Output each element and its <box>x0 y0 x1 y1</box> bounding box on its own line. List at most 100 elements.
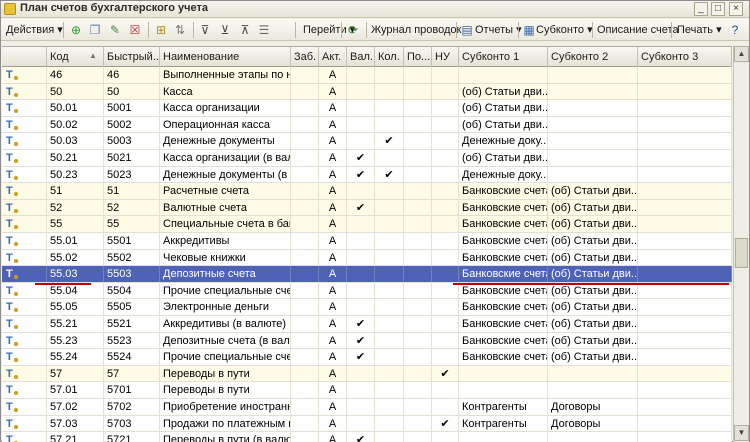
table-row[interactable]: T 46 46 Выполненные этапы по н... А <box>2 67 732 84</box>
cell-name: Электронные деньги <box>160 299 291 316</box>
column-header-s2[interactable]: Субконто 2 <box>548 47 638 67</box>
edit-icon[interactable]: ✎ <box>107 22 123 38</box>
help-icon[interactable]: ? <box>727 22 743 38</box>
column-header-name[interactable]: Наименование <box>160 47 291 67</box>
cell-s2: (об) Статьи дви... <box>548 233 638 249</box>
actions-menu[interactable]: Действия ▾ <box>6 21 63 39</box>
cell-val <box>347 116 375 133</box>
filter-list-icon[interactable]: ⊻ <box>217 22 233 38</box>
subconto-icon: ▦ <box>523 23 535 37</box>
account-icon: T <box>6 68 20 82</box>
cell-kol <box>375 382 404 399</box>
table-row[interactable]: T 51 51 Расчетные счета А Банковские счета (об… <box>2 183 732 200</box>
scroll-thumb[interactable] <box>735 238 748 268</box>
cell-quick: 5521 <box>104 316 160 332</box>
add-icon[interactable]: ⊕ <box>68 22 84 38</box>
column-header-zab[interactable]: Заб. <box>291 47 319 67</box>
table-row[interactable]: T 50.02 5002 Операционная касса А (об) Статьи… <box>2 116 732 134</box>
cell-quick: 5701 <box>104 382 160 399</box>
reports-menu[interactable]: Отчеты ▾ <box>475 21 522 39</box>
table-row[interactable]: T 55.235523Депозитные счета (в валю... А✔ Б… <box>2 332 732 350</box>
table-row[interactable]: T 50.03 5003 Денежные документы А ✔ Денежные д… <box>2 133 732 150</box>
cell-po <box>404 432 432 442</box>
cell-name: Выполненные этапы по н... <box>160 67 291 83</box>
row-icon-cell: T <box>2 133 47 150</box>
copy-icon[interactable]: ❐ <box>87 22 103 38</box>
cell-zab <box>291 282 319 299</box>
table-row[interactable]: T 55.05 5505 Электронные деньги А Банковские … <box>2 299 732 316</box>
table-row[interactable]: T 57.01 5701 Переводы в пути А <box>2 382 732 399</box>
table-row[interactable]: T 55.04 5504 Прочие специальные счета А Банко… <box>2 282 732 300</box>
cell-nu <box>432 150 459 166</box>
cell-name: Денежные документы (в ... <box>160 166 291 183</box>
filter-off-icon[interactable]: ⊼ <box>237 22 253 38</box>
cell-po <box>404 216 432 233</box>
cell-s2: Договоры <box>548 399 638 415</box>
table-row[interactable]: T 57.03 5703 Продажи по платежным к... А ✔ Кон… <box>2 415 732 433</box>
account-icon: T <box>6 217 20 231</box>
table-row[interactable]: T 52 52 Валютные счета А ✔ Банковские счета (об… <box>2 199 732 217</box>
table-row[interactable]: T 50.23 5023 Денежные документы (в ... А ✔ ✔ Де… <box>2 166 732 184</box>
minimize-button[interactable]: _ <box>694 2 708 16</box>
table-row[interactable]: T 55 55 Специальные счета в бан... А Банковск… <box>2 216 732 233</box>
cell-kol <box>375 249 404 266</box>
column-header-val[interactable]: Вал. <box>347 47 375 67</box>
table-row[interactable]: T 55.01 5501 Аккредитивы А Банковские счета (о… <box>2 233 732 250</box>
cell-code: 50.21 <box>47 150 104 166</box>
column-header-po[interactable]: По... <box>404 47 432 67</box>
column-header-act[interactable]: Акт. <box>319 47 347 67</box>
column-header-kol[interactable]: Кол. <box>375 47 404 67</box>
scroll-up-icon[interactable]: ▲ <box>734 46 749 62</box>
maximize-button[interactable]: □ <box>711 2 725 16</box>
sort-icon[interactable]: ☰ <box>256 22 272 38</box>
cell-s1: (об) Статьи дви... <box>459 150 548 166</box>
cell-act: А <box>319 133 347 150</box>
table-row[interactable]: T 50.01 5001 Касса организации А (об) Статьи … <box>2 100 732 117</box>
scroll-down-icon[interactable]: ▼ <box>734 425 749 441</box>
journal-button[interactable]: Журнал проводок <box>371 21 461 39</box>
column-header-nu[interactable]: НУ <box>432 47 459 67</box>
group-icon[interactable]: ⊞ <box>153 22 169 38</box>
table-row[interactable]: T 55.21 5521 Аккредитивы (в валюте) А ✔ Банков… <box>2 316 732 333</box>
close-button[interactable]: × <box>729 2 743 16</box>
subconto-menu[interactable]: Субконто ▾ <box>536 21 593 39</box>
table-row[interactable]: T 50 50 Касса А (об) Статьи дви... <box>2 83 732 101</box>
cell-s3 <box>638 349 732 366</box>
filter-icon[interactable]: ⊽ <box>197 22 213 38</box>
cell-s1: Банковские счета <box>459 266 548 283</box>
print-menu[interactable]: Печать ▾ <box>677 21 722 39</box>
table-row[interactable]: T 55.245524Прочие специальные счет... А✔ Ба… <box>2 349 732 366</box>
cell-name: Аккредитивы (в валюте) <box>160 316 291 332</box>
table-row[interactable]: T 57.02 5702 Приобретение иностранн... А Конт… <box>2 399 732 416</box>
table-row[interactable]: T 55.02 5502 Чековые книжки А Банковские счет… <box>2 249 732 267</box>
account-icon: T <box>6 168 20 182</box>
table-row[interactable]: T 50.215021Касса организации (в валю... А✔… <box>2 150 732 167</box>
cell-s2: (об) Статьи дви... <box>548 299 638 316</box>
cell-nu <box>432 432 459 442</box>
cell-kol <box>375 299 404 316</box>
cell-kol <box>375 199 404 216</box>
cell-zab <box>291 116 319 133</box>
cell-nu <box>432 67 459 83</box>
column-header-s3[interactable]: Субконто 3 <box>638 47 732 67</box>
row-icon-cell: T <box>2 415 47 432</box>
move-icon[interactable]: ⇅ <box>172 22 188 38</box>
column-header-s1[interactable]: Субконто 1 <box>459 47 548 67</box>
account-description-button[interactable]: Описание счета <box>597 21 679 39</box>
table-row[interactable]: T 55.03 5503 Депозитные счета А Банковские сч… <box>2 266 732 283</box>
cell-val: ✔ <box>347 166 375 183</box>
vertical-scrollbar[interactable]: ▲ ▼ <box>733 46 749 442</box>
cell-po <box>404 150 432 166</box>
cell-s2: Договоры <box>548 415 638 432</box>
column-header-quick[interactable]: Быстрый... <box>104 47 160 67</box>
refresh-icon[interactable]: ⟳ <box>345 22 361 38</box>
cell-nu <box>432 199 459 216</box>
cell-s3 <box>638 399 732 415</box>
row-icon-cell: T <box>2 233 47 249</box>
table-row[interactable]: T 57 57 Переводы в пути А ✔ <box>2 365 732 383</box>
row-icon-cell: T <box>2 249 47 266</box>
table-row[interactable]: T 57.215721Переводы в пути (в валюте) А✔ <box>2 432 732 442</box>
cell-s2: (об) Статьи дви... <box>548 266 638 283</box>
delete-icon[interactable]: ☒ <box>127 22 143 38</box>
row-icon-cell: T <box>2 100 47 117</box>
